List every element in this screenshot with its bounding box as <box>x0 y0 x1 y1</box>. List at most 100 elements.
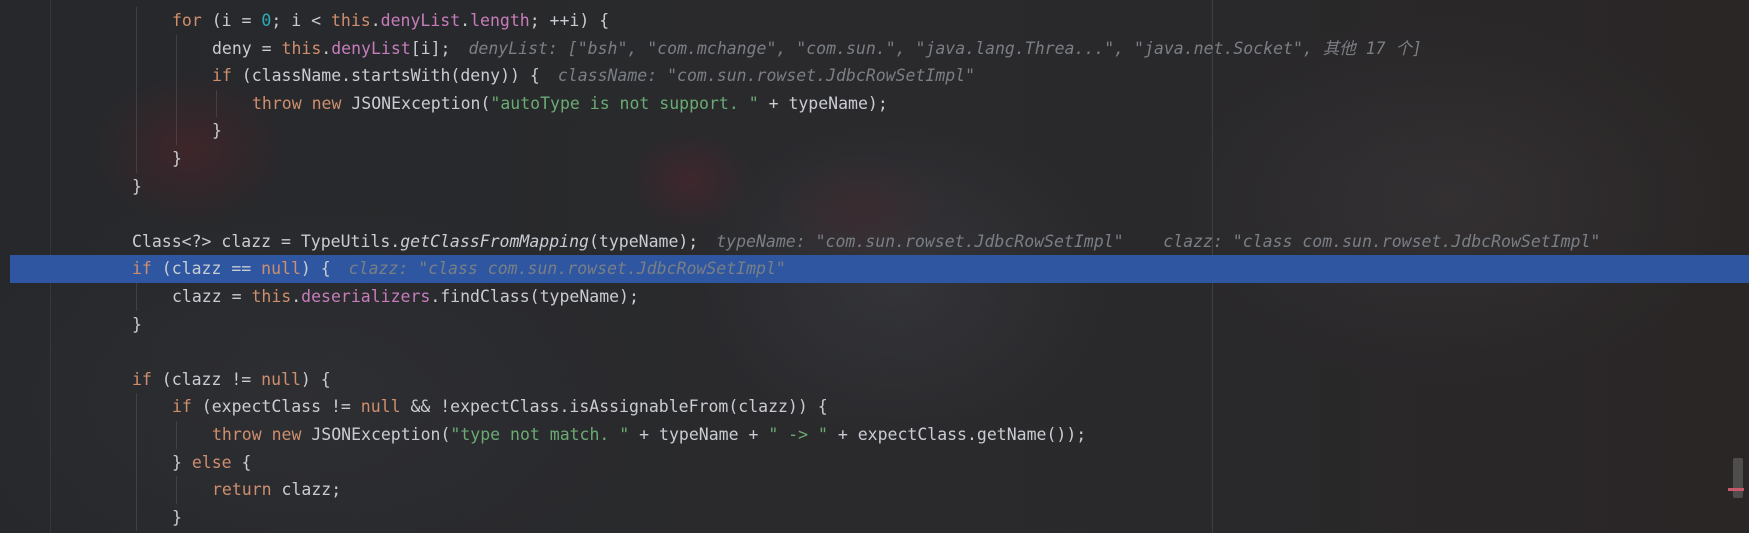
indent-guide <box>136 89 137 118</box>
code-line[interactable]: if (clazz != null) { <box>0 366 1749 394</box>
code-token: return <box>212 480 272 500</box>
code-token: JSONException( <box>341 93 491 113</box>
code-text: clazz = this.deserializers.findClass(typ… <box>172 283 639 311</box>
code-line[interactable]: return clazz; <box>0 476 1749 504</box>
code-token: null <box>360 397 401 417</box>
code-token: (clazz == <box>151 259 262 279</box>
code-token: . <box>460 11 471 30</box>
code-token: Class<?> clazz = TypeUtils. <box>132 231 401 251</box>
code-token: (typeName); <box>588 231 699 251</box>
code-text: for (i = 0; i < this.denyList.length; ++… <box>172 7 609 35</box>
code-text: } <box>132 173 142 201</box>
code-line[interactable]: throw new JSONException("autoType is not… <box>0 89 1749 118</box>
code-token: .findClass(typeName); <box>430 286 639 306</box>
code-token: "autoType is not support. " <box>490 93 759 113</box>
code-line[interactable]: deny = this.denyList[i]; denyList: ["bsh"… <box>0 34 1749 63</box>
code-token: if <box>212 66 232 86</box>
code-text: } <box>212 117 222 145</box>
code-token: . <box>291 286 302 306</box>
code-token: ) { <box>300 259 331 279</box>
code-token: null <box>261 369 301 389</box>
code-token: null <box>261 259 301 279</box>
code-token: " -> " <box>768 424 828 444</box>
code-token: (i = <box>201 11 262 30</box>
code-token: } <box>172 507 182 527</box>
code-editor[interactable]: for (i = 0; i < this.denyList.length; ++… <box>0 7 1749 532</box>
code-token: . <box>370 11 381 30</box>
code-token: clazz = <box>172 286 252 306</box>
code-token: deny = <box>212 38 282 58</box>
scrollbar-thumb[interactable] <box>1733 458 1743 498</box>
code-line-current[interactable]: if (clazz == null) { clazz: "class com.su… <box>10 255 1749 283</box>
code-token: } <box>172 452 192 472</box>
code-token: length <box>470 11 530 30</box>
code-line[interactable]: Class<?> clazz = TypeUtils.getClassFromM… <box>0 228 1749 256</box>
indent-guide <box>136 420 137 449</box>
code-token: (clazz != <box>151 369 262 389</box>
code-line[interactable] <box>0 338 1749 366</box>
code-token: else <box>191 452 232 472</box>
indent-guide <box>136 282 137 311</box>
code-line[interactable]: } else { <box>0 448 1749 477</box>
code-line[interactable]: for (i = 0; i < this.denyList.length; ++… <box>0 7 1749 35</box>
code-text: if (clazz != null) { <box>132 366 331 394</box>
code-token: this <box>281 38 322 58</box>
code-token: (className.startsWith(deny)) { <box>231 66 540 86</box>
code-token: (expectClass != <box>191 397 361 417</box>
code-token: throw new <box>252 93 342 113</box>
indent-guide <box>176 420 177 449</box>
indent-guide <box>176 117 177 145</box>
indent-guide <box>176 62 177 90</box>
code-text: throw new JSONException("autoType is not… <box>252 90 888 118</box>
code-line[interactable]: if (className.startsWith(deny)) { classNa… <box>0 62 1749 90</box>
code-line[interactable]: } <box>0 173 1749 201</box>
code-line[interactable]: throw new JSONException("type not match.… <box>0 420 1749 449</box>
code-token: deserializers <box>301 286 431 306</box>
code-text: return clazz; <box>212 476 341 504</box>
indent-guide <box>136 7 137 35</box>
indent-guide <box>136 393 137 421</box>
code-token: JSONException( <box>301 424 451 444</box>
code-token: } <box>172 148 182 168</box>
code-token: + typeName + <box>629 424 769 444</box>
code-token: if <box>132 259 152 279</box>
code-line[interactable] <box>0 200 1749 228</box>
code-line[interactable]: } <box>0 311 1749 339</box>
indent-guide <box>216 89 217 118</box>
code-text: } <box>132 311 142 339</box>
code-token: 0 <box>261 11 272 30</box>
code-token: ; ++i) { <box>529 11 610 30</box>
code-line[interactable]: } <box>0 144 1749 173</box>
code-line[interactable]: if (expectClass != null && !expectClass.… <box>0 393 1749 421</box>
indent-guide <box>176 34 177 63</box>
code-token: if <box>172 397 192 417</box>
code-token: "type not match. " <box>450 424 630 444</box>
code-text: } else { <box>172 449 252 477</box>
code-token: this <box>251 286 292 306</box>
code-text: Class<?> clazz = TypeUtils.getClassFromM… <box>132 228 1600 256</box>
code-token: . <box>321 38 332 58</box>
code-text: throw new JSONException("type not match.… <box>212 421 1086 449</box>
scrollbar-error-marker <box>1728 488 1744 491</box>
indent-guide <box>136 503 137 532</box>
code-token: [i]; <box>410 38 451 58</box>
inline-debug-value-hint: clazz: "class com.sun.rowset.JdbcRowSetI… <box>348 259 786 279</box>
indent-guide <box>136 117 137 145</box>
code-line[interactable]: clazz = this.deserializers.findClass(typ… <box>0 282 1749 311</box>
code-token: } <box>212 121 222 141</box>
code-token: { <box>231 452 252 472</box>
inline-debug-value-hint: typeName: "com.sun.rowset.JdbcRowSetImpl… <box>716 231 1601 251</box>
code-token: ; i < <box>271 11 331 30</box>
code-token: } <box>132 176 142 196</box>
code-token: } <box>132 314 142 334</box>
code-text: if (className.startsWith(deny)) { classNa… <box>212 62 975 90</box>
inline-debug-value-hint: className: "com.sun.rowset.JdbcRowSetImp… <box>557 66 976 86</box>
code-token: throw new <box>212 424 302 444</box>
code-token: && !expectClass.isAssignableFrom(clazz))… <box>400 397 828 417</box>
code-line[interactable]: } <box>0 117 1749 145</box>
code-token: + expectClass.getName()); <box>827 424 1087 444</box>
indent-guide <box>136 34 137 63</box>
code-line[interactable]: } <box>0 503 1749 532</box>
code-token: this <box>330 11 371 30</box>
inline-debug-value-hint: denyList: ["bsh", "com.mchange", "com.su… <box>468 38 1422 58</box>
